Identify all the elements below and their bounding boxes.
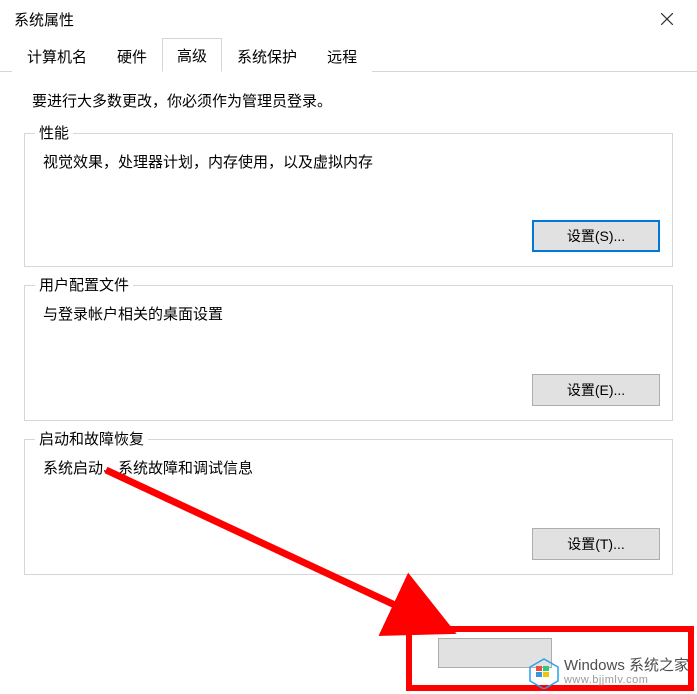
watermark-line1: Windows 系统之家 xyxy=(564,658,689,675)
group-performance-desc: 视觉效果，处理器计划，内存使用，以及虚拟内存 xyxy=(37,151,660,172)
group-startup-desc: 系统启动、系统故障和调试信息 xyxy=(37,457,660,478)
tab-hardware[interactable]: 硬件 xyxy=(102,39,162,72)
tab-system-protection[interactable]: 系统保护 xyxy=(222,39,312,72)
startup-settings-button[interactable]: 设置(T)... xyxy=(532,528,660,560)
user-profile-settings-button[interactable]: 设置(E)... xyxy=(532,374,660,406)
tab-advanced[interactable]: 高级 xyxy=(162,38,222,72)
window-title: 系统属性 xyxy=(14,9,74,30)
titlebar: 系统属性 xyxy=(0,0,697,38)
close-icon xyxy=(661,13,673,25)
admin-instruction: 要进行大多数更改，你必须作为管理员登录。 xyxy=(24,90,673,111)
performance-settings-button[interactable]: 设置(S)... xyxy=(532,220,660,252)
watermark-logo-icon xyxy=(528,657,558,687)
tab-content: 要进行大多数更改，你必须作为管理员登录。 性能 视觉效果，处理器计划，内存使用，… xyxy=(0,72,697,609)
group-startup-recovery: 启动和故障恢复 系统启动、系统故障和调试信息 设置(T)... xyxy=(24,439,673,575)
watermark: Windows 系统之家 www.bjjmlv.com xyxy=(528,657,689,687)
group-startup-title: 启动和故障恢复 xyxy=(35,428,148,449)
close-button[interactable] xyxy=(651,5,683,33)
group-performance: 性能 视觉效果，处理器计划，内存使用，以及虚拟内存 设置(S)... xyxy=(24,133,673,267)
tab-bar: 计算机名 硬件 高级 系统保护 远程 xyxy=(0,38,697,72)
tab-remote[interactable]: 远程 xyxy=(312,39,372,72)
group-user-profile-desc: 与登录帐户相关的桌面设置 xyxy=(37,303,660,324)
group-user-profile-title: 用户配置文件 xyxy=(35,274,133,295)
watermark-line2: www.bjjmlv.com xyxy=(564,674,689,686)
tab-computer-name[interactable]: 计算机名 xyxy=(12,39,102,72)
group-performance-title: 性能 xyxy=(35,122,73,143)
group-user-profile: 用户配置文件 与登录帐户相关的桌面设置 设置(E)... xyxy=(24,285,673,421)
